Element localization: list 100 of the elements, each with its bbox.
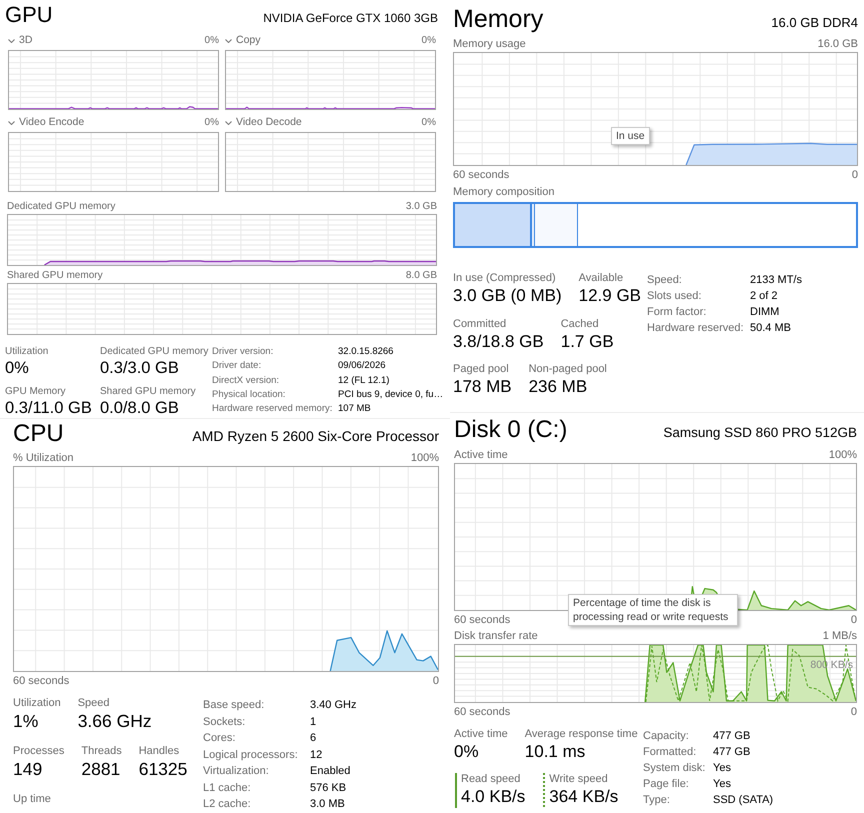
time-span-label: 60 seconds xyxy=(454,614,510,626)
detail-value: Yes xyxy=(713,777,731,792)
stat-value: 2881 xyxy=(81,758,120,781)
section-title: Disk 0 (C:) xyxy=(454,415,568,445)
stat-label: Dedicated GPU memory xyxy=(100,345,208,358)
time-span-label: 60 seconds xyxy=(13,675,70,687)
detail-label: Physical location: xyxy=(212,388,286,402)
stat-value: 149 xyxy=(13,758,42,781)
detail-label: Hardware reserved: xyxy=(647,321,744,336)
stat-value: 1% xyxy=(13,710,38,733)
stat-value: 3.66 GHz xyxy=(78,710,152,733)
stat-label: Paged pool xyxy=(453,363,509,376)
detail-label: Type: xyxy=(643,793,670,808)
time-span-label: 60 seconds xyxy=(454,706,510,718)
detail-label: System disk: xyxy=(643,761,706,776)
graph-label: Shared GPU memory xyxy=(7,270,103,282)
engine-dropdown[interactable]: Video Encode xyxy=(8,116,84,129)
engine-value: 0% xyxy=(204,116,219,128)
detail-label: Sockets: xyxy=(203,714,246,730)
stat-value: 3.8/18.8 GB xyxy=(453,330,544,352)
chevron-down-icon xyxy=(8,38,15,42)
stat-label: Utilization xyxy=(5,345,48,358)
stat-label: Available xyxy=(578,272,624,285)
graph-label: % Utilization xyxy=(13,452,74,464)
stat-value: 3.0 GB (0 MB) xyxy=(453,285,562,307)
detail-value: 12 (FL 12.1) xyxy=(338,374,390,388)
device-name: AMD Ryzen 5 2600 Six-Core Processor xyxy=(192,428,439,444)
stat-value: 0.3/11.0 GB xyxy=(5,398,92,418)
graph-max-label: 8.0 GB xyxy=(406,270,437,282)
engine-value: 0% xyxy=(422,34,436,46)
stat-label: In use (Compressed) xyxy=(453,272,556,285)
detail-value: 3.40 GHz xyxy=(310,698,356,713)
chevron-down-icon xyxy=(8,120,15,124)
stat-label: Non-paged pool xyxy=(528,363,607,376)
detail-value: 107 MB xyxy=(338,402,371,416)
stat-value: 0.0/8.0 GB xyxy=(100,398,179,418)
detail-value: 576 KB xyxy=(310,780,346,796)
detail-value: 6 xyxy=(310,731,316,746)
device-name: Samsung SSD 860 PRO 512GB xyxy=(663,425,857,440)
graph-max-label: 100% xyxy=(410,452,439,464)
detail-label: Speed: xyxy=(647,273,682,288)
graph-min-label: 0 xyxy=(852,169,858,181)
engine-dropdown[interactable]: Video Decode xyxy=(225,116,302,129)
stat-label: Write speed xyxy=(549,773,608,786)
detail-value: Enabled xyxy=(310,764,350,779)
detail-label: DirectX version: xyxy=(212,374,280,388)
stat-label: Processes xyxy=(13,745,64,758)
stat-value: 364 KB/s xyxy=(549,786,618,808)
graph-label: Memory composition xyxy=(453,186,554,198)
chevron-down-icon xyxy=(225,38,232,42)
detail-label: L2 cache: xyxy=(203,797,251,812)
detail-value: SSD (SATA) xyxy=(713,793,774,808)
stat-label: Average response time xyxy=(524,728,638,741)
detail-label: Driver version: xyxy=(212,345,274,359)
stat-label: Committed xyxy=(453,318,506,330)
stat-label: Utilization xyxy=(13,697,61,710)
stat-value: 4.0 KB/s xyxy=(461,786,526,808)
stat-value: 0.3/3.0 GB xyxy=(100,358,179,378)
detail-value: 50.4 MB xyxy=(750,321,791,336)
section-title: CPU xyxy=(13,419,64,449)
stat-value: 1.7 GB xyxy=(560,330,614,352)
stat-value: 10.1 ms xyxy=(524,741,586,763)
detail-value: 3.0 MB xyxy=(310,797,345,812)
detail-value: PCI bus 9, device 0, fu… xyxy=(338,388,444,402)
graph-label: Memory usage xyxy=(453,38,526,50)
graph-max-label: 3.0 GB xyxy=(406,201,437,213)
stat-label: Threads xyxy=(81,745,122,758)
device-name: 16.0 GB DDR4 xyxy=(771,15,858,30)
detail-value: 12 xyxy=(310,748,322,762)
detail-label: Hardware reserved memory: xyxy=(212,402,332,416)
detail-value: 477 GB xyxy=(713,729,750,744)
stat-value: 178 MB xyxy=(453,376,512,398)
section-title: GPU xyxy=(5,1,53,29)
graph-max-label: 1 MB/s xyxy=(822,630,857,642)
engine-dropdown[interactable]: 3D xyxy=(8,34,32,47)
chevron-down-icon xyxy=(225,120,232,124)
stat-label: Shared GPU memory xyxy=(100,385,196,398)
graph-max-label: 100% xyxy=(828,449,857,461)
detail-value: 1 xyxy=(310,714,316,730)
detail-label: L1 cache: xyxy=(203,780,251,796)
stat-label: Speed xyxy=(78,697,110,710)
engine-value: 0% xyxy=(204,34,219,46)
stat-value: 61325 xyxy=(138,758,188,781)
detail-label: Formatted: xyxy=(643,745,696,760)
device-name: NVIDIA GeForce GTX 1060 3GB xyxy=(263,11,438,25)
time-span-label: 60 seconds xyxy=(453,169,510,181)
stat-value: 0% xyxy=(454,741,479,763)
graph-label: Dedicated GPU memory xyxy=(7,201,116,213)
detail-label: Logical processors: xyxy=(203,748,298,762)
detail-label: Virtualization: xyxy=(203,764,269,779)
stat-label: Read speed xyxy=(461,773,520,786)
graph-label: Active time xyxy=(454,449,508,461)
graph-min-label: 0 xyxy=(850,614,857,626)
tooltip: In use xyxy=(611,127,650,145)
detail-label: Cores: xyxy=(203,731,236,746)
graph-label: Disk transfer rate xyxy=(454,630,538,642)
engine-value: 0% xyxy=(422,116,436,128)
detail-value: 2133 MT/s xyxy=(750,273,802,288)
engine-dropdown[interactable]: Copy xyxy=(225,34,261,47)
detail-value: 477 GB xyxy=(713,745,750,760)
